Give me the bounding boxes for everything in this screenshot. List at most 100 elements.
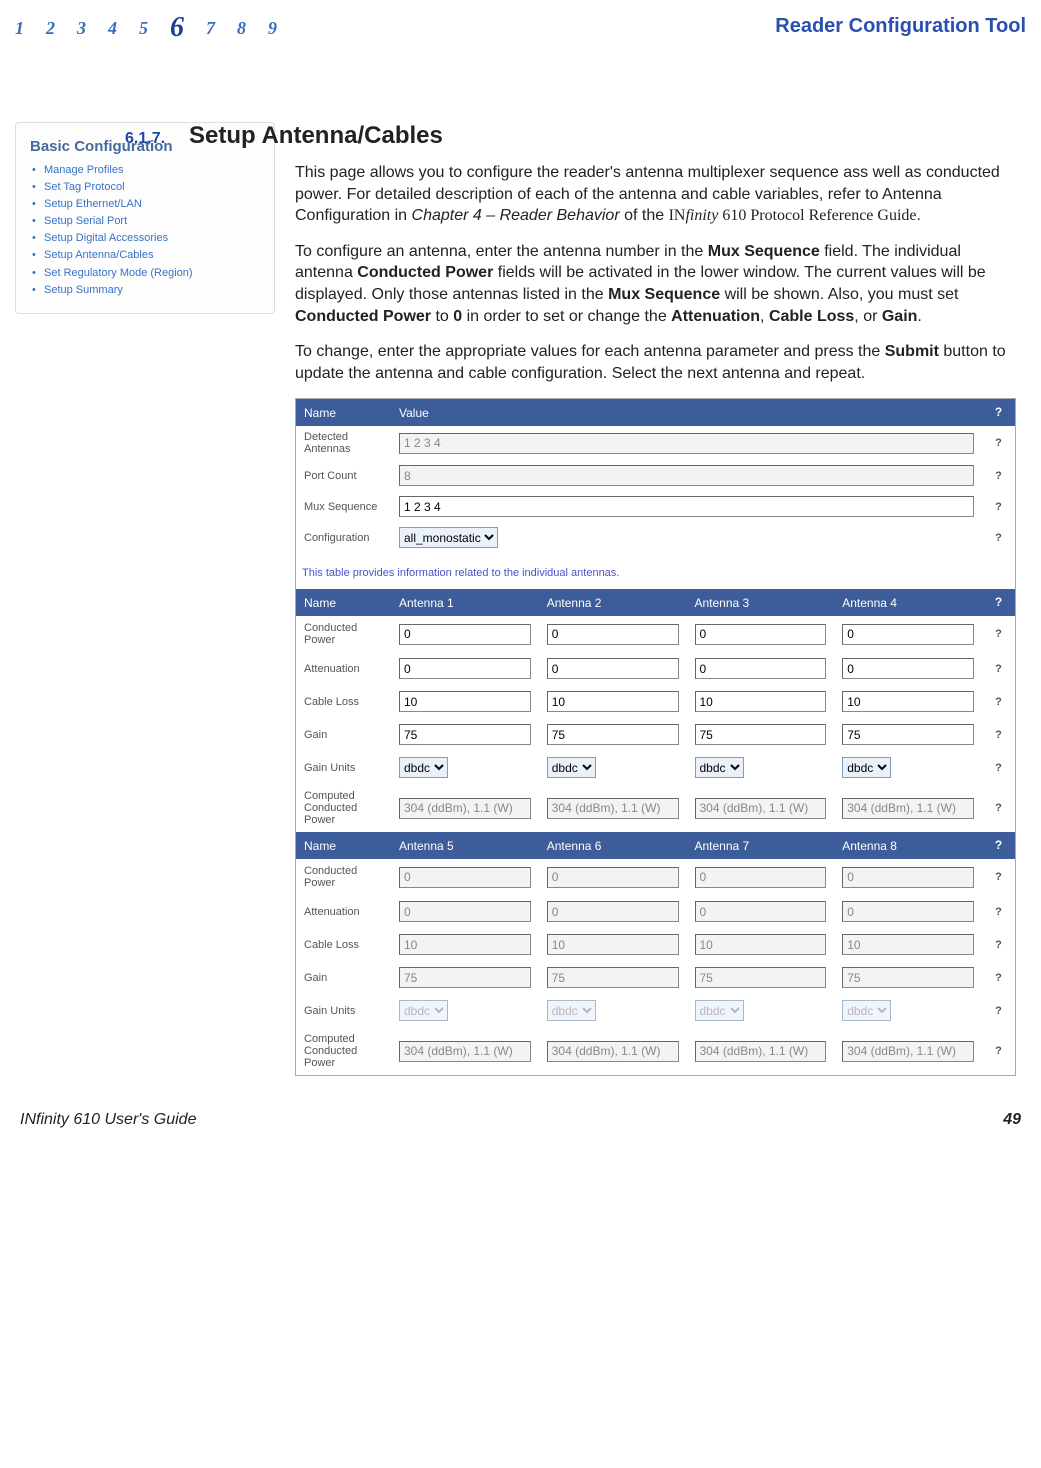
ant-attenuation-input[interactable]	[399, 658, 531, 679]
help-header: ?	[982, 399, 1015, 426]
chapter-num-2[interactable]: 2	[46, 18, 55, 39]
ant-col-1: Antenna 1	[391, 589, 539, 616]
help-link[interactable]: ?	[982, 718, 1015, 751]
antenna-note: This table provides information related …	[296, 553, 1015, 589]
col-name: Name	[296, 399, 391, 426]
ant-gain-input[interactable]	[695, 724, 827, 745]
help-link[interactable]: ?	[982, 522, 1015, 553]
sidebar-item-7[interactable]: Setup Summary	[30, 282, 260, 299]
chapter-num-3[interactable]: 3	[77, 18, 86, 39]
ant-col-4: Antenna 4	[834, 589, 982, 616]
ant-conducted_power-input[interactable]	[842, 624, 974, 645]
ant-attenuation-input[interactable]	[695, 658, 827, 679]
chapter-num-8[interactable]: 8	[237, 18, 246, 39]
ant-conducted_power-input[interactable]	[695, 624, 827, 645]
antenna-config-tool: Name Value ? Detected Antennas?Port Coun…	[295, 398, 1016, 1076]
sidebar-item-6[interactable]: Set Regulatory Mode (Region)	[30, 265, 260, 282]
help-link[interactable]: ?	[982, 928, 1015, 961]
ant-col-3: Antenna 3	[687, 589, 835, 616]
gain-units-select[interactable]: dbdc	[399, 757, 448, 778]
chapter-nav: 1 2 3 4 5 6 7 8 9	[15, 10, 277, 42]
top-row-label-0: Detected Antennas	[296, 426, 391, 460]
ant-cable_loss-input[interactable]	[842, 691, 974, 712]
gain-units-select: dbdc	[842, 1000, 891, 1021]
ant-attenuation-input[interactable]	[547, 658, 679, 679]
help-icon[interactable]: ?	[990, 837, 1007, 854]
chapter-num-4[interactable]: 4	[108, 18, 117, 39]
top-row-input-0	[399, 433, 974, 454]
help-link[interactable]: ?	[982, 961, 1015, 994]
help-link[interactable]: ?	[982, 426, 1015, 460]
ant-attenuation-input	[399, 901, 531, 922]
chapter-num-9[interactable]: 9	[268, 18, 277, 39]
ant-conducted_power-input[interactable]	[547, 624, 679, 645]
ant-gain-input[interactable]	[547, 724, 679, 745]
help-icon[interactable]: ?	[990, 594, 1007, 611]
sidebar-item-5[interactable]: Setup Antenna/Cables	[30, 247, 260, 264]
gain-units-select: dbdc	[547, 1000, 596, 1021]
help-link[interactable]: ?	[982, 685, 1015, 718]
gain-units-select[interactable]: dbdc	[547, 757, 596, 778]
ant-conducted_power-input[interactable]	[399, 624, 531, 645]
ant-col-0: Name	[296, 832, 391, 859]
ant-cable_loss-input[interactable]	[399, 691, 531, 712]
ant-row-label: Computed Conducted Power	[296, 784, 391, 832]
configuration-select[interactable]: all_monostatic	[399, 527, 498, 548]
ant-row-label: Cable Loss	[296, 928, 391, 961]
ant-cable_loss-input	[842, 934, 974, 955]
help-link[interactable]: ?	[982, 895, 1015, 928]
chapter-num-6[interactable]: 6	[170, 12, 184, 44]
help-link[interactable]: ?	[982, 1027, 1015, 1075]
page-header-title: Reader Configuration Tool	[775, 15, 1026, 38]
ant-row-label: Computed Conducted Power	[296, 1027, 391, 1075]
section-body: This page allows you to configure the re…	[295, 162, 1016, 384]
sidebar-item-4[interactable]: Setup Digital Accessories	[30, 230, 260, 247]
gain-units-select: dbdc	[695, 1000, 744, 1021]
ant-col-4: Antenna 8	[834, 832, 982, 859]
ant-cable_loss-input[interactable]	[695, 691, 827, 712]
ant-cable_loss-input[interactable]	[547, 691, 679, 712]
ant-gain-input	[399, 967, 531, 988]
section-number: 6.1.7.	[125, 130, 165, 148]
chapter-num-1[interactable]: 1	[15, 18, 24, 39]
sidebar-item-0[interactable]: Manage Profiles	[30, 162, 260, 179]
help-link[interactable]: ?	[982, 784, 1015, 832]
ant-gain-input	[695, 967, 827, 988]
ant-gain-input[interactable]	[842, 724, 974, 745]
help-link[interactable]: ?	[982, 859, 1015, 895]
ant-computed-input	[695, 798, 827, 819]
help-link[interactable]: ?	[982, 491, 1015, 522]
ant-row-label: Gain Units	[296, 751, 391, 784]
sidebar-item-2[interactable]: Setup Ethernet/LAN	[30, 196, 260, 213]
help-link[interactable]: ?	[982, 751, 1015, 784]
gain-units-select: dbdc	[399, 1000, 448, 1021]
help-link[interactable]: ?	[982, 652, 1015, 685]
footer-doc-title: INfinity 610 User's Guide	[20, 1111, 196, 1129]
sidebar-item-1[interactable]: Set Tag Protocol	[30, 179, 260, 196]
ant-gain-input[interactable]	[399, 724, 531, 745]
footer-page-number: 49	[1003, 1111, 1021, 1129]
sidebar-basic-config: Basic Configuration Manage ProfilesSet T…	[15, 122, 275, 314]
ant-computed-input	[695, 1041, 827, 1062]
ant-col-1: Antenna 5	[391, 832, 539, 859]
help-link[interactable]: ?	[982, 994, 1015, 1027]
chapter-num-5[interactable]: 5	[139, 18, 148, 39]
top-row-input-2[interactable]	[399, 496, 974, 517]
help-link[interactable]: ?	[982, 616, 1015, 652]
ant-conducted_power-input	[842, 867, 974, 888]
top-row-label-1: Port Count	[296, 460, 391, 491]
ant-computed-input	[842, 1041, 974, 1062]
gain-units-select[interactable]: dbdc	[842, 757, 891, 778]
gain-units-select[interactable]: dbdc	[695, 757, 744, 778]
sidebar-item-3[interactable]: Setup Serial Port	[30, 213, 260, 230]
ant-attenuation-input[interactable]	[842, 658, 974, 679]
ant-row-label: Attenuation	[296, 895, 391, 928]
ant-cable_loss-input	[399, 934, 531, 955]
ant-col-0: Name	[296, 589, 391, 616]
chapter-num-7[interactable]: 7	[206, 18, 215, 39]
help-link[interactable]: ?	[982, 460, 1015, 491]
ant-computed-input	[547, 1041, 679, 1062]
config-label: Configuration	[296, 522, 391, 553]
help-icon[interactable]: ?	[990, 404, 1007, 421]
ant-row-label: Attenuation	[296, 652, 391, 685]
